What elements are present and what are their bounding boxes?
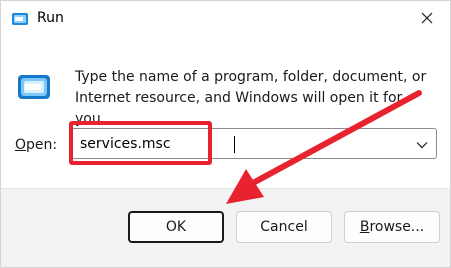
open-label: Open: bbox=[15, 137, 57, 153]
open-label-text: pen: bbox=[26, 137, 58, 153]
open-input[interactable] bbox=[80, 134, 400, 154]
close-icon bbox=[421, 9, 433, 28]
text-cursor bbox=[234, 136, 235, 153]
ok-button[interactable]: OK bbox=[128, 211, 224, 243]
chevron-down-icon bbox=[416, 134, 428, 153]
close-button[interactable] bbox=[404, 1, 450, 35]
description-text: Type the name of a program, folder, docu… bbox=[75, 69, 427, 127]
open-label-accelerator: O bbox=[15, 137, 27, 153]
run-program-icon bbox=[16, 69, 52, 105]
browse-button[interactable]: Browse... bbox=[344, 211, 440, 243]
run-dialog: Run Type the name of a program, folder, … bbox=[0, 0, 451, 268]
cancel-button[interactable]: Cancel bbox=[236, 211, 332, 243]
open-combobox[interactable] bbox=[71, 128, 437, 159]
title-bar[interactable]: Run bbox=[1, 1, 450, 37]
run-icon bbox=[11, 10, 29, 28]
dropdown-button[interactable] bbox=[408, 129, 436, 158]
browse-label: rowse... bbox=[369, 219, 425, 235]
window-title: Run bbox=[37, 10, 64, 26]
browse-accelerator: B bbox=[359, 219, 370, 235]
